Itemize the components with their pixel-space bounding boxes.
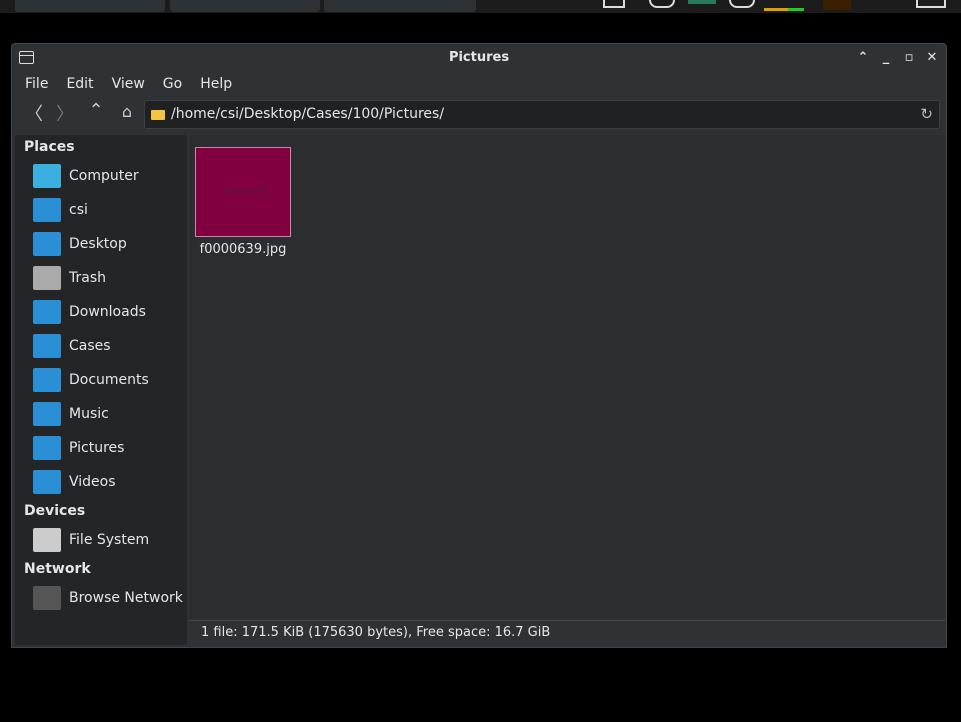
sidebar-item-label: Cases xyxy=(69,338,111,354)
music-folder-icon xyxy=(33,402,61,426)
window-icon xyxy=(19,51,34,64)
pictures-folder-icon xyxy=(33,436,61,460)
shade-button[interactable]: ⌃ xyxy=(855,44,871,72)
drive-icon xyxy=(33,528,61,552)
tray-icon[interactable] xyxy=(688,0,716,4)
sidebar-item-downloads[interactable]: Downloads xyxy=(15,295,187,329)
thumbnail-text: I Am Picture #3 xyxy=(219,189,267,195)
network-icon xyxy=(33,586,61,610)
close-button[interactable]: ✕ xyxy=(924,44,940,72)
sidebar-item-label: Videos xyxy=(69,474,116,490)
folder-icon xyxy=(151,110,165,120)
taskbar-button[interactable] xyxy=(324,0,476,12)
sidebar-item-label: Trash xyxy=(69,270,106,286)
menu-file[interactable]: File xyxy=(25,72,48,96)
home-folder-icon xyxy=(33,198,61,222)
sidebar: Places Computer csi Desktop Trash Downloads C… xyxy=(15,135,187,645)
title-bar: Pictures ⌃ _ ▫ ✕ xyxy=(12,44,946,72)
documents-folder-icon xyxy=(33,368,61,392)
sidebar-item-cases[interactable]: Cases xyxy=(15,329,187,363)
file-manager-window: Pictures ⌃ _ ▫ ✕ File Edit View Go Help … xyxy=(11,43,947,648)
location-path: /home/csi/Desktop/Cases/100/Pictures/ xyxy=(171,106,445,122)
sidebar-item-music[interactable]: Music xyxy=(15,397,187,431)
forward-icon[interactable]: 〉 xyxy=(53,100,77,126)
tray-icon[interactable] xyxy=(729,0,755,8)
status-bar: 1 file: 171.5 KiB (175630 bytes), Free s… xyxy=(189,620,945,644)
menu-bar: File Edit View Go Help xyxy=(12,72,946,96)
sidebar-item-label: csi xyxy=(69,202,88,218)
taskbar xyxy=(0,0,961,13)
back-icon[interactable]: 〈 xyxy=(22,100,46,126)
taskbar-button[interactable] xyxy=(15,0,165,12)
minimize-button[interactable]: _ xyxy=(878,44,894,72)
sidebar-item-label: Documents xyxy=(69,372,149,388)
sidebar-item-label: Downloads xyxy=(69,304,146,320)
file-thumbnail: I Am Picture #3 xyxy=(195,147,291,237)
sidebar-item-videos[interactable]: Videos xyxy=(15,465,187,499)
downloads-folder-icon xyxy=(33,300,61,324)
videos-folder-icon xyxy=(33,470,61,494)
devices-heading: Devices xyxy=(24,503,86,519)
tray-icon[interactable] xyxy=(823,0,851,10)
menu-help[interactable]: Help xyxy=(200,72,232,96)
sidebar-item-file-system[interactable]: File System xyxy=(15,523,187,557)
menu-edit[interactable]: Edit xyxy=(66,72,93,96)
tray-icon[interactable] xyxy=(649,0,675,8)
tray-icon[interactable] xyxy=(603,0,625,8)
file-view[interactable]: I Am Picture #3 f0000639.jpg xyxy=(189,135,945,618)
sidebar-item-browse-network[interactable]: Browse Network xyxy=(15,581,187,615)
maximize-button[interactable]: ▫ xyxy=(901,44,917,72)
sidebar-item-label: Music xyxy=(69,406,109,422)
reload-icon[interactable]: ↻ xyxy=(920,101,933,128)
sidebar-item-desktop[interactable]: Desktop xyxy=(15,227,187,261)
sidebar-item-documents[interactable]: Documents xyxy=(15,363,187,397)
tray-icon[interactable] xyxy=(916,0,946,8)
network-heading: Network xyxy=(24,561,91,577)
window-title: Pictures xyxy=(448,50,510,65)
network-monitor-icon[interactable] xyxy=(764,8,804,11)
home-icon[interactable]: ⌂ xyxy=(115,102,139,121)
cases-folder-icon xyxy=(33,334,61,358)
file-item[interactable]: I Am Picture #3 f0000639.jpg xyxy=(189,135,297,265)
sidebar-item-label: File System xyxy=(69,532,150,548)
sidebar-item-label: Desktop xyxy=(69,236,127,252)
computer-icon xyxy=(33,164,61,188)
sidebar-item-label: Browse Network xyxy=(69,590,183,606)
sidebar-item-label: Computer xyxy=(69,168,139,184)
menu-view[interactable]: View xyxy=(112,72,145,96)
location-bar[interactable]: /home/csi/Desktop/Cases/100/Pictures/ ↻ xyxy=(144,100,940,129)
menu-go[interactable]: Go xyxy=(163,72,182,96)
sidebar-item-trash[interactable]: Trash xyxy=(15,261,187,295)
taskbar-button[interactable] xyxy=(170,0,320,12)
sidebar-item-computer[interactable]: Computer xyxy=(15,159,187,193)
sidebar-item-label: Pictures xyxy=(69,440,125,456)
trash-icon xyxy=(33,266,61,290)
up-icon[interactable]: ⌃ xyxy=(84,100,108,121)
places-heading: Places xyxy=(24,139,75,155)
file-name: f0000639.jpg xyxy=(199,242,287,257)
sidebar-item-pictures[interactable]: Pictures xyxy=(15,431,187,465)
desktop-folder-icon xyxy=(33,232,61,256)
sidebar-item-csi[interactable]: csi xyxy=(15,193,187,227)
